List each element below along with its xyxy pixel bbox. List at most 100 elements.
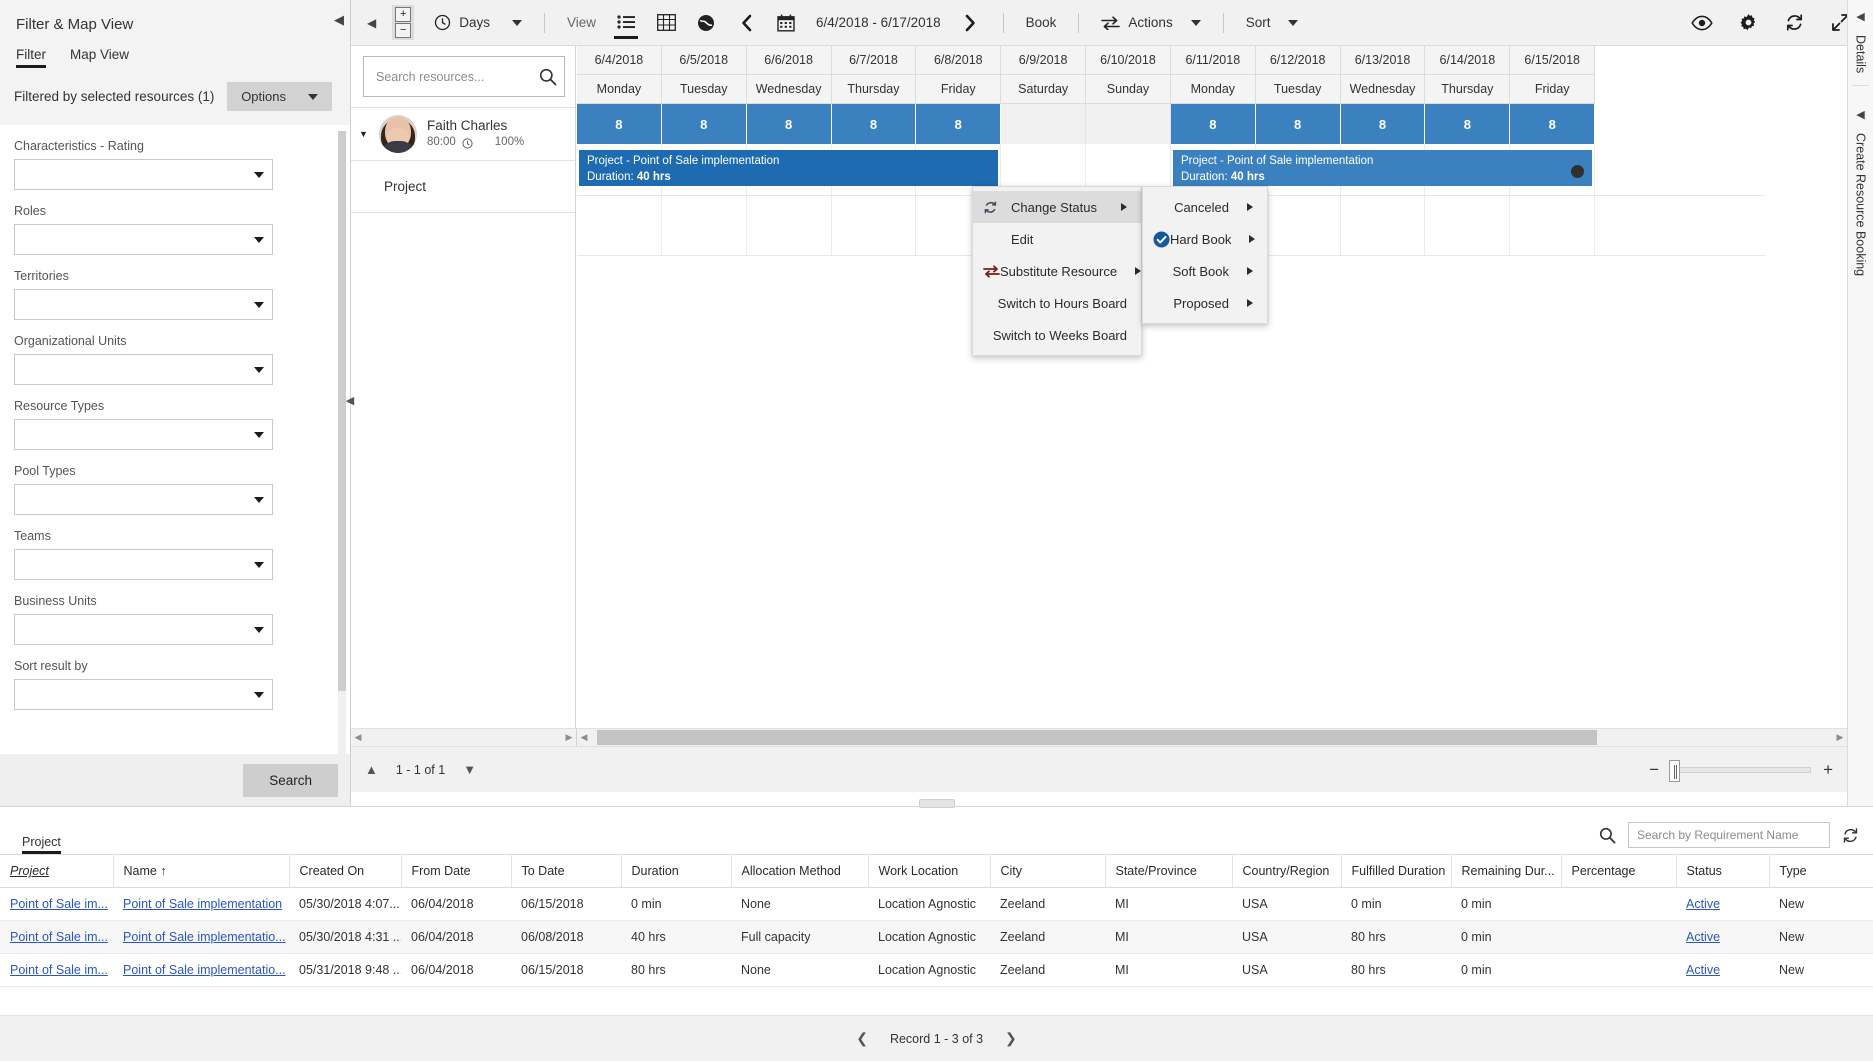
tab-filter[interactable]: Filter [16, 47, 46, 68]
scroll-right-arrow[interactable]: ▶ [562, 732, 576, 743]
table-column-header[interactable]: Work Location [868, 854, 991, 888]
table-cell-project[interactable]: Point of Sale im... [0, 953, 113, 987]
capacity-cell[interactable]: 8 [1425, 104, 1511, 144]
globe-icon[interactable] [686, 0, 726, 46]
organizational-units-select[interactable] [14, 354, 273, 385]
status-menu-item[interactable]: Soft Book [1143, 255, 1267, 287]
page-up-button[interactable]: ▲ [365, 762, 378, 777]
book-button[interactable]: Book [1016, 0, 1067, 46]
zoom-slider-thumb[interactable] [1669, 759, 1681, 782]
table-column-header[interactable]: Project [0, 854, 114, 888]
context-menu-item[interactable]: Switch to Weeks Board [973, 319, 1141, 351]
table-column-header[interactable]: Name ↑ [113, 854, 290, 888]
cell-link[interactable]: Point of Sale implementatio... [123, 930, 286, 944]
table-row[interactable]: Point of Sale im... Point of Sale impleme… [0, 887, 1873, 921]
panel-resize-handle[interactable] [918, 799, 955, 808]
teams-select[interactable] [14, 549, 273, 580]
territories-select[interactable] [14, 289, 273, 320]
table-column-header[interactable]: City [990, 854, 1106, 888]
search-resources-input[interactable] [374, 68, 539, 85]
table-column-header[interactable]: Status [1676, 854, 1770, 888]
list-view-icon[interactable] [606, 0, 646, 46]
characteristics-rating-select[interactable] [14, 159, 273, 190]
table-column-header[interactable]: Duration [621, 854, 732, 888]
cell-link[interactable]: Point of Sale im... [10, 897, 108, 911]
table-column-header[interactable]: Remaining Dur... [1451, 854, 1562, 888]
booking-bar[interactable]: Project - Point of Sale implementation Du… [579, 150, 999, 186]
search-icon[interactable] [539, 68, 557, 86]
table-row[interactable]: Point of Sale im... Point of Sale impleme… [0, 920, 1873, 954]
tab-project[interactable]: Project [22, 835, 61, 854]
context-menu-item[interactable]: Change Status [973, 191, 1141, 223]
cell-link[interactable]: Point of Sale implementation [123, 897, 282, 911]
filter-panel-scrollbar[interactable] [338, 131, 346, 754]
table-cell-status[interactable]: Active [1676, 887, 1769, 921]
table-column-header[interactable]: Country/Region [1232, 854, 1342, 888]
zoom-in-button[interactable]: + [395, 7, 412, 22]
roles-select[interactable] [14, 224, 273, 255]
capacity-cell[interactable]: 8 [577, 104, 662, 144]
toolbar-collapse-left-button[interactable]: ◀ [351, 16, 392, 30]
resource-types-select[interactable] [14, 419, 273, 450]
table-column-header[interactable]: State/Province [1105, 854, 1233, 888]
table-column-header[interactable]: From Date [401, 854, 512, 888]
zoom-slider-track[interactable] [1669, 759, 1812, 782]
table-column-header[interactable]: To Date [511, 854, 622, 888]
search-button[interactable]: Search [243, 763, 338, 797]
resource-child-row-project[interactable]: Project [351, 160, 575, 212]
table-cell-status[interactable]: Active [1676, 953, 1769, 987]
capacity-cell[interactable]: 8 [1510, 104, 1596, 144]
table-cell-name[interactable]: Point of Sale implementatio... [113, 953, 289, 987]
context-menu-item[interactable]: Switch to Hours Board [973, 287, 1141, 319]
details-label[interactable]: Details [1854, 35, 1868, 73]
collapse-panel-button[interactable]: ◀ [334, 12, 344, 28]
filter-fields-scroll[interactable]: Characteristics - Rating Roles Territori… [0, 125, 350, 754]
previous-record-button[interactable]: ❮ [856, 1030, 868, 1047]
search-icon[interactable] [1599, 827, 1616, 844]
zoom-in-icon[interactable]: + [1823, 761, 1833, 778]
cell-link[interactable]: Point of Sale implementatio... [123, 963, 286, 977]
calendar-icon[interactable] [766, 0, 806, 46]
scroll-track[interactable] [591, 729, 1833, 747]
capacity-cell[interactable]: 8 [1170, 104, 1256, 144]
scroll-left-arrow[interactable]: ◀ [351, 732, 365, 743]
cell-link[interactable]: Active [1686, 963, 1720, 977]
resource-row-faith-charles[interactable]: ▼ Faith Charles 80:00 100% [351, 107, 575, 160]
zoom-out-button[interactable]: − [395, 23, 412, 38]
timeline-hscrollbar[interactable]: ◀ ▶ [577, 728, 1847, 746]
actions-dropdown[interactable]: Actions [1091, 0, 1210, 46]
table-column-header[interactable]: Allocation Method [731, 854, 869, 888]
context-menu-item[interactable]: Edit [973, 223, 1141, 255]
table-cell-status[interactable]: Active [1676, 920, 1769, 954]
tab-map-view[interactable]: Map View [70, 47, 129, 68]
panel-splitter-handle[interactable]: ◀ [345, 380, 355, 420]
status-menu-item[interactable]: Hard Book [1143, 223, 1267, 255]
table-cell-name[interactable]: Point of Sale implementation [113, 887, 289, 921]
eye-icon[interactable] [1679, 0, 1725, 46]
create-resource-booking-label[interactable]: Create Resource Booking [1854, 133, 1868, 276]
sort-dropdown[interactable]: Sort [1236, 0, 1309, 46]
table-row[interactable]: Point of Sale im... Point of Sale impleme… [0, 953, 1873, 987]
next-period-button[interactable] [951, 0, 991, 46]
grid-view-icon[interactable] [646, 0, 686, 46]
zoom-out-icon[interactable]: − [1649, 761, 1659, 778]
capacity-cell[interactable]: 8 [661, 104, 747, 144]
capacity-cell[interactable] [1086, 104, 1171, 144]
capacity-cell[interactable]: 8 [831, 104, 917, 144]
booking-bar[interactable]: Project - Point of Sale implementation Du… [1172, 150, 1593, 186]
next-record-button[interactable]: ❯ [1005, 1030, 1017, 1047]
table-column-header[interactable]: Created On [289, 854, 402, 888]
page-down-button[interactable]: ▼ [463, 762, 476, 777]
cell-link[interactable]: Active [1686, 897, 1720, 911]
resource-hscrollbar[interactable]: ◀ ▶ [351, 728, 577, 746]
cell-link[interactable]: Active [1686, 930, 1720, 944]
date-range-label[interactable]: 6/4/2018 - 6/17/2018 [806, 15, 951, 30]
capacity-cell[interactable]: 8 [1255, 104, 1341, 144]
resource-search-box[interactable] [363, 56, 565, 97]
cell-link[interactable]: Point of Sale im... [10, 963, 108, 977]
scrollbar-thumb[interactable] [597, 729, 1597, 745]
search-by-requirement-name-input[interactable] [1628, 822, 1830, 848]
sort-result-by-select[interactable] [14, 679, 273, 710]
board-zoom-slider[interactable]: − + [1649, 759, 1833, 782]
status-menu-item[interactable]: Canceled [1143, 191, 1267, 223]
